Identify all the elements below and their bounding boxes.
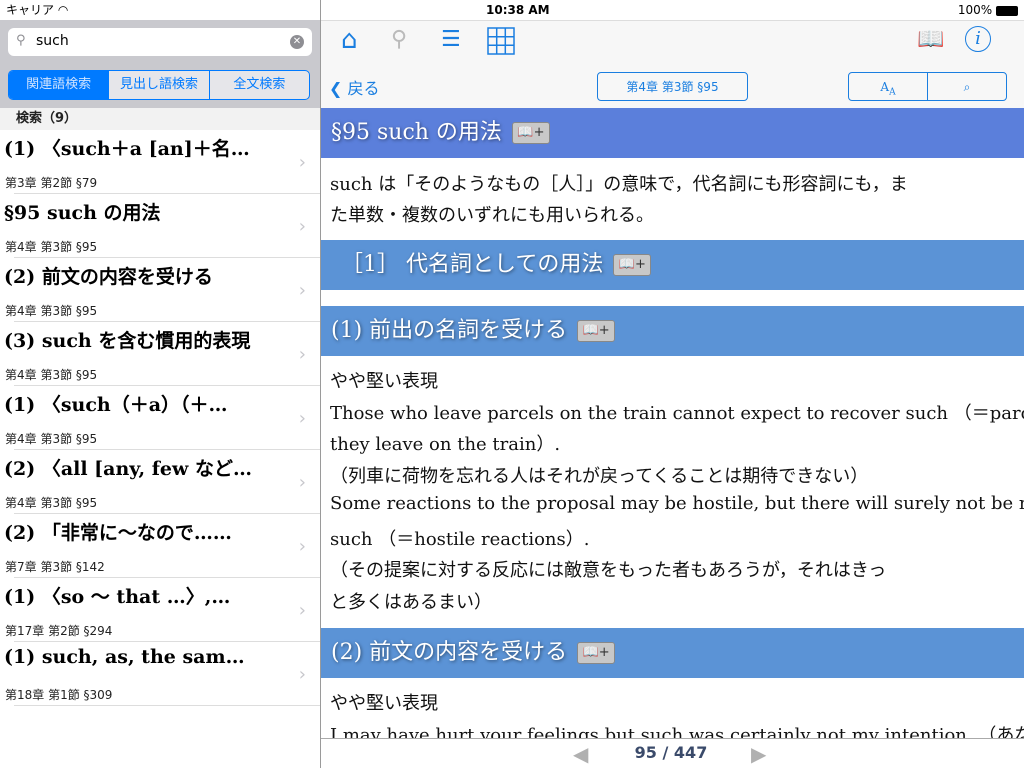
prev-page-icon[interactable]: ◀ [573, 742, 588, 766]
chevron-right-icon: › [298, 216, 306, 237]
result-title: §95 such の用法 [4, 202, 161, 224]
pager-bar: ◀ 95 / 447 ▶ [321, 738, 1024, 768]
search-value: such [36, 33, 69, 49]
font-size-button[interactable]: AA [848, 72, 928, 101]
list-icon[interactable]: ☰ [441, 27, 461, 52]
chevron-right-icon: › [298, 536, 306, 557]
segment-headword[interactable]: 見出し語検索 [108, 71, 208, 99]
text-line: such は「そのようなもの［人］」の意味で，代名詞にも形容詞にも，ま [330, 174, 908, 195]
result-title: (1) such, as, the sam… [4, 646, 245, 668]
text-line: （列車に荷物を忘れる人はそれが戻ってくることは期待できない） [330, 465, 869, 487]
result-item[interactable]: §95 such の用法第4章 第3節 §95 › [0, 194, 320, 258]
subsection-heading: (1) 前出の名詞を受ける 📖+ [321, 306, 1024, 356]
search-icon: ⚲ [16, 33, 26, 48]
chevron-right-icon: › [298, 408, 306, 429]
battery-status: 100% [958, 0, 1018, 20]
reader-pane: 10:38 AM 100% ⌂ ⚲ ☰ 📖 i ❮ 戻る 第4章 第3節 §95… [321, 0, 1024, 768]
result-item[interactable]: (2) 前文の内容を受ける第4章 第3節 §95 › [0, 258, 320, 322]
text-line: they leave on the train）. [330, 434, 561, 455]
result-location: 第17章 第2節 §294 [5, 624, 113, 638]
bookmark-add-icon[interactable]: 📖+ [577, 320, 616, 342]
result-location: 第4章 第3節 §95 [5, 368, 98, 382]
chevron-left-icon: ❮ [329, 79, 343, 98]
wifi-icon: ◠ [57, 3, 69, 17]
bookmark-add-icon[interactable]: 📖+ [613, 254, 652, 276]
result-location: 第7章 第3節 §142 [5, 560, 105, 574]
clock: 10:38 AM [486, 3, 550, 17]
chevron-right-icon: › [298, 600, 306, 621]
search-mode-segmented: 関連語検索 見出し語検索 全文検索 [8, 70, 310, 100]
info-icon[interactable]: i [965, 26, 991, 52]
bookmark-add-icon[interactable]: 📖+ [511, 122, 550, 144]
carrier-label: キャリア ◠ [6, 3, 69, 17]
result-location: 第4章 第3節 §95 [5, 432, 98, 446]
back-button[interactable]: ❮ 戻る [329, 75, 380, 99]
result-title: (1) 〈so ～ that …〉,… [4, 586, 231, 608]
text-line: と多くはあるまい） [330, 591, 492, 613]
separator [14, 705, 320, 706]
clear-icon[interactable]: ✕ [290, 35, 304, 49]
book-icon[interactable]: 📖 [917, 27, 944, 52]
home-icon[interactable]: ⌂ [341, 25, 358, 55]
result-item[interactable]: (3) such を含む慣用的表現第4章 第3節 §95 › [0, 322, 320, 386]
chevron-right-icon: › [298, 152, 306, 173]
search-area: ⚲ such ✕ 関連語検索 見出し語検索 全文検索 [0, 20, 320, 108]
next-page-icon[interactable]: ▶ [751, 742, 766, 766]
result-item[interactable]: (1) 〈so ～ that …〉,… 第17章 第2節 §294 › [0, 578, 320, 642]
result-title: (3) such を含む慣用的表現 [4, 330, 251, 352]
result-title: (2) 「非常に～なので…… [4, 522, 232, 544]
bookmark-add-icon[interactable]: 📖+ [577, 642, 616, 664]
result-location: 第4章 第3節 §95 [5, 240, 98, 254]
text-search-button[interactable]: ⌕ [927, 72, 1007, 101]
result-item[interactable]: (2) 〈all [any, few など… 第4章 第3節 §95 › [0, 450, 320, 514]
chevron-right-icon: › [298, 344, 306, 365]
text-line: やや堅い表現 [330, 371, 438, 392]
battery-icon [996, 5, 1018, 16]
result-location: 第3章 第2節 §79 [5, 176, 98, 190]
result-item[interactable]: (1) 〈such（＋a）（＋… 第4章 第3節 §95 › [0, 386, 320, 450]
grid-icon[interactable] [487, 27, 515, 55]
result-item[interactable]: (1) 〈such＋a [an]＋名… 第3章 第2節 §79 › [0, 130, 320, 194]
subsection-heading: ［1］ 代名詞としての用法 📖+ [321, 240, 1024, 290]
result-location: 第4章 第3節 §95 [5, 496, 98, 510]
text-line: た単数・複数のいずれにも用いられる。 [330, 205, 654, 226]
chevron-right-icon: › [298, 664, 306, 685]
result-title: (2) 〈all [any, few など… [4, 458, 252, 480]
result-title: (2) 前文の内容を受ける [4, 266, 213, 288]
result-item[interactable]: (1) such, as, the sam… 第18章 第1節 §309 › [0, 642, 320, 706]
search-input[interactable]: ⚲ such ✕ [8, 28, 312, 56]
toolbar: ⌂ ⚲ ☰ 📖 i ❮ 戻る 第4章 第3節 §95 AA ⌕ [321, 20, 1024, 108]
subsection-heading: (2) 前文の内容を受ける 📖+ [321, 628, 1024, 678]
result-location: 第4章 第3節 §95 [5, 304, 98, 318]
text-line: Some reactions to the proposal may be ho… [330, 493, 1024, 514]
text-line: やや堅い表現 [330, 693, 438, 714]
location-button[interactable]: 第4章 第3節 §95 [597, 72, 748, 101]
text-line: （その提案に対する反応には敵意をもった者もあろうが，それはきっ [330, 560, 887, 581]
text-line: such （＝hostile reactions）. [330, 528, 590, 550]
segment-fulltext[interactable]: 全文検索 [208, 71, 309, 99]
search-icon[interactable]: ⚲ [391, 27, 407, 52]
chevron-right-icon: › [298, 472, 306, 493]
result-title: (1) 〈such＋a [an]＋名… [4, 138, 250, 160]
result-location: 第18章 第1節 §309 [5, 688, 113, 702]
chevron-right-icon: › [298, 280, 306, 301]
find-in-page-icon: ⌕ [963, 80, 971, 94]
section-heading: §95 such の用法 📖+ [321, 108, 1024, 158]
page-indicator: 95 / 447 [634, 743, 708, 762]
segment-related[interactable]: 関連語検索 [9, 71, 109, 99]
search-pane: キャリア ◠ ⚲ such ✕ 関連語検索 見出し語検索 全文検索 検索（9） … [0, 0, 320, 768]
result-item[interactable]: (2) 「非常に～なので…… 第7章 第3節 §142 › [0, 514, 320, 578]
text-line: Those who leave parcels on the train can… [330, 402, 1024, 424]
result-title: (1) 〈such（＋a）（＋… [4, 394, 228, 416]
result-count-header: 検索（9） [0, 108, 320, 130]
